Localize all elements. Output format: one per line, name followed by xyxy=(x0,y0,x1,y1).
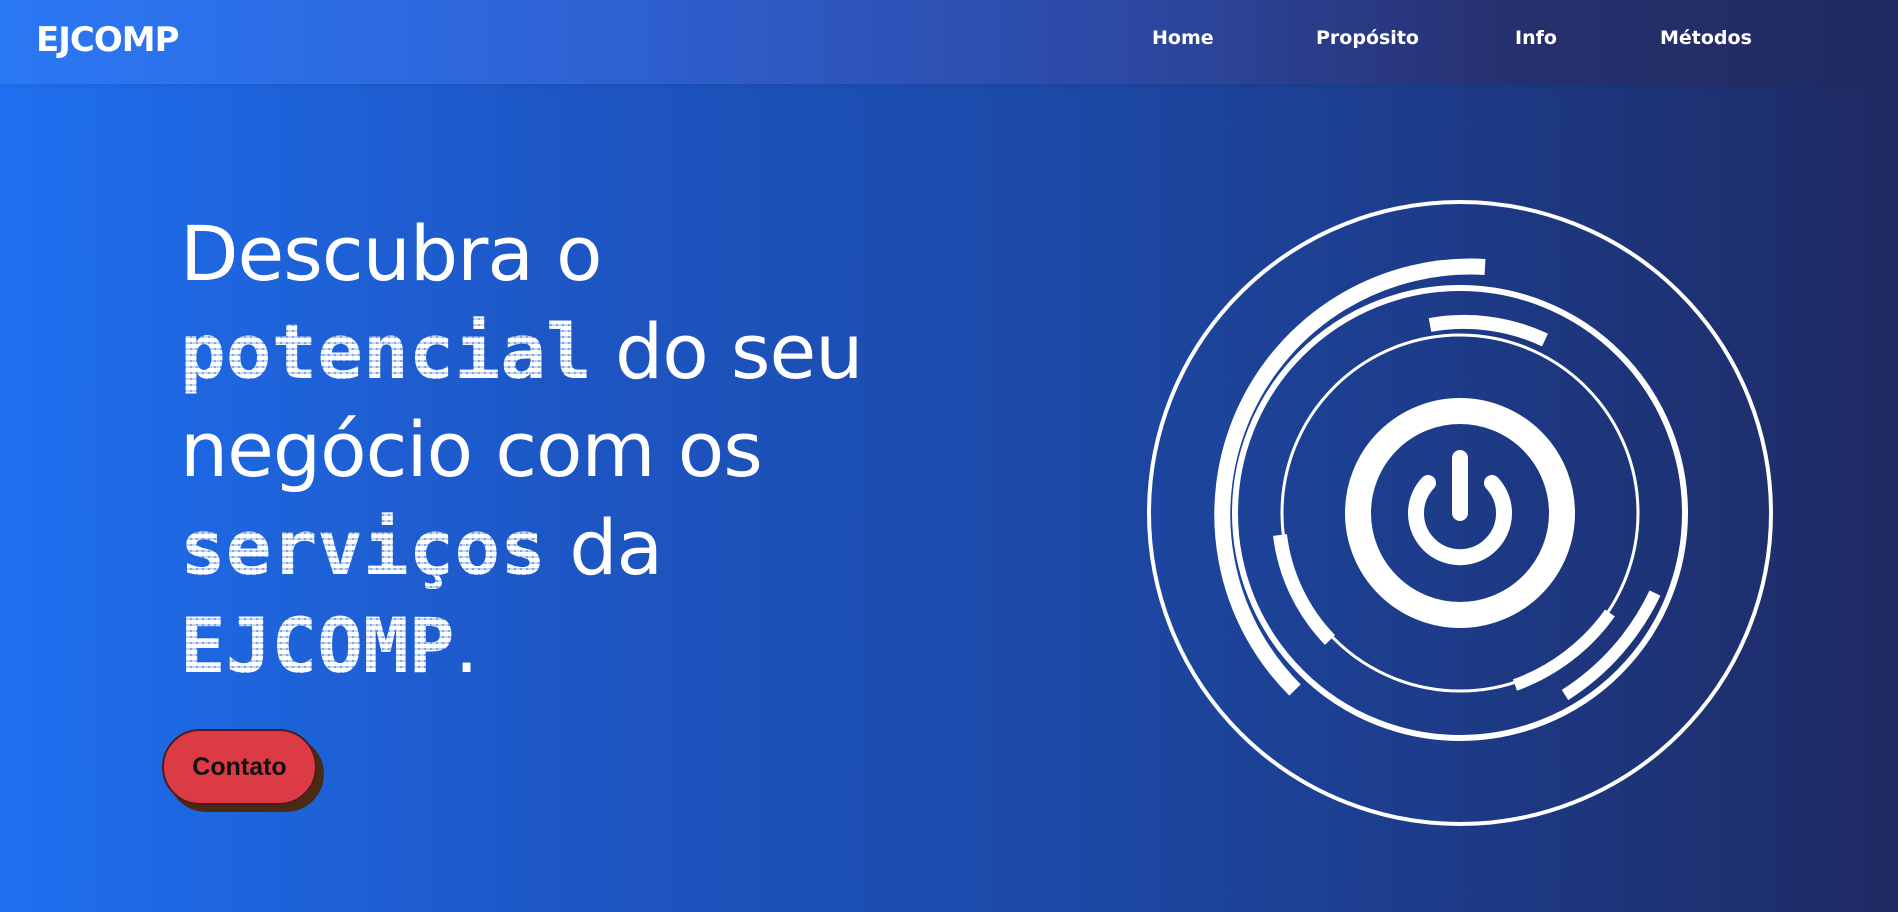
navbar: EJCOMP Home Propósito Info Métodos xyxy=(0,0,1898,84)
headline-line-4-rest: da xyxy=(546,503,663,592)
arc-inner-left xyxy=(1273,534,1336,645)
highlight-potencial: potencial xyxy=(180,307,592,396)
nav-link-proposito[interactable]: Propósito xyxy=(1316,27,1419,49)
highlight-servicos: serviços xyxy=(180,503,547,592)
hero-headline: Descubra o potencial do seu negócio com … xyxy=(180,205,940,695)
headline-period: . xyxy=(454,601,479,690)
nav-link-home[interactable]: Home xyxy=(1152,27,1214,49)
contact-button[interactable]: Contato xyxy=(162,729,317,805)
nav-link-metodos[interactable]: Métodos xyxy=(1660,27,1752,49)
headline-line-1: Descubra o xyxy=(180,209,603,298)
brand-logo[interactable]: EJCOMP xyxy=(36,20,179,60)
headline-line-3: negócio com os xyxy=(180,405,763,494)
power-icon xyxy=(1408,450,1512,566)
headline-line-2-rest: do seu xyxy=(591,307,863,396)
nav-link-info[interactable]: Info xyxy=(1515,27,1557,49)
power-logo-graphic xyxy=(1147,200,1773,826)
highlight-ejcomp: EJCOMP xyxy=(180,601,455,690)
